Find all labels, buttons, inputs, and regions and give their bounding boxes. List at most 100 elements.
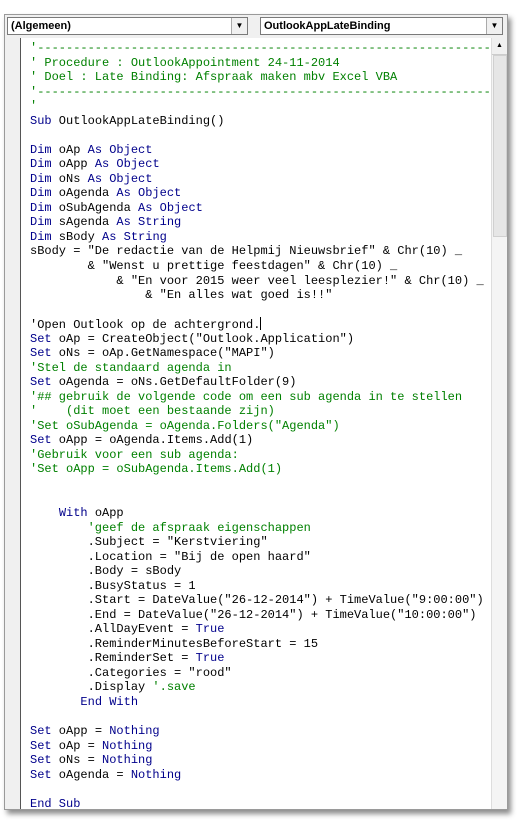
code-comment: ' Procedure : OutlookAppointment 24-11-2…	[30, 55, 340, 70]
scroll-up-arrow-icon[interactable]: ▲	[492, 38, 507, 55]
code-line[interactable]: Set oNs = Nothing	[30, 753, 492, 768]
vertical-scrollbar[interactable]: ▲	[491, 38, 507, 809]
code-line[interactable]: 'Set oSubAgenda = oAgenda.Folders("Agend…	[30, 419, 492, 434]
code-line[interactable]: Set oNs = oAp.GetNamespace("MAPI")	[30, 346, 492, 361]
code-text: sAgenda	[51, 215, 117, 230]
object-combo[interactable]: (Algemeen) ▼	[7, 17, 248, 35]
code-line[interactable]	[30, 782, 492, 797]
code-keyword: Nothing	[109, 723, 160, 738]
code-keyword: With	[58, 506, 88, 520]
code-line[interactable]: .BusyStatus = 1	[30, 579, 492, 594]
code-line[interactable]: .ReminderMinutesBeforeStart = 15	[30, 637, 492, 652]
code-line[interactable]: .Categories = "rood"	[30, 666, 492, 681]
code-line[interactable]: Dim oAgenda As Object	[30, 186, 492, 201]
code-line[interactable]: Sub OutlookAppLateBinding()	[30, 114, 492, 129]
code-text: oApp	[87, 506, 124, 520]
code-text: oNs = oAp.GetNamespace("MAPI")	[51, 346, 275, 361]
code-window-toolbar: (Algemeen) ▼ OutlookAppLateBinding ▼	[5, 15, 507, 37]
code-line[interactable]: Dim oSubAgenda As Object	[30, 201, 492, 216]
code-line[interactable]: 'Stel de standaard agenda in	[30, 361, 492, 376]
code-text: .BusyStatus = 1	[30, 578, 196, 593]
code-comment: 'Set oSubAgenda = oAgenda.Folders("Agend…	[30, 418, 340, 433]
code-text: .ReminderMinutesBeforeStart = 15	[30, 636, 319, 651]
code-line[interactable]: 'Open Outlook op de achtergrond.	[30, 317, 492, 332]
code-keyword: As Object	[138, 200, 203, 215]
chevron-down-icon[interactable]: ▼	[231, 18, 247, 34]
code-line[interactable]: .Location = "Bij de open haard"	[30, 550, 492, 565]
code-line[interactable]: 'geef de afspraak eigenschappen	[30, 521, 492, 536]
procedure-combo[interactable]: OutlookAppLateBinding ▼	[260, 17, 503, 35]
code-line[interactable]: Set oAgenda = Nothing	[30, 768, 492, 783]
code-line[interactable]: .ReminderSet = True	[30, 651, 492, 666]
code-line[interactable]: .AllDayEvent = True	[30, 622, 492, 637]
code-line[interactable]: '---------------------------------------…	[30, 85, 492, 100]
code-line[interactable]: ' (dit moet een bestaande zijn)	[30, 404, 492, 419]
code-line[interactable]	[30, 303, 492, 318]
code-keyword: As Object	[94, 157, 160, 172]
code-line[interactable]: ' Procedure : OutlookAppointment 24-11-2…	[30, 56, 492, 71]
code-line[interactable]: Set oApp = oAgenda.Items.Add(1)	[30, 433, 492, 448]
code-keyword: Nothing	[102, 738, 153, 753]
code-line[interactable]: Dim oAp As Object	[30, 143, 492, 158]
code-text: oAgenda = oNs.GetDefaultFolder(9)	[51, 375, 297, 390]
code-comment: '## gebruik de volgende code om een sub …	[30, 389, 463, 404]
code-line[interactable]	[30, 491, 492, 506]
code-line[interactable]: '## gebruik de volgende code om een sub …	[30, 390, 492, 405]
code-text: & "En alles wat goed is!!"	[30, 288, 333, 303]
code-line[interactable]: '---------------------------------------…	[30, 41, 492, 56]
code-line[interactable]: sBody = "De redactie van de Helpmij Nieu…	[30, 244, 492, 259]
code-line[interactable]: .Start = DateValue("26-12-2014") + TimeV…	[30, 593, 492, 608]
code-text: oApp =	[51, 723, 110, 738]
code-keyword: Dim	[30, 200, 52, 215]
code-line[interactable]	[30, 477, 492, 492]
code-line[interactable]: ' Doel : Late Binding: Afspraak maken mb…	[30, 70, 492, 85]
code-lines[interactable]: '---------------------------------------…	[30, 41, 492, 809]
code-line[interactable]: .Subject = "Kerstviering"	[30, 535, 492, 550]
code-text: OutlookAppLateBinding()	[51, 113, 225, 128]
code-text: .Display	[30, 680, 153, 695]
code-line[interactable]: End Sub	[30, 797, 492, 809]
code-text: .AllDayEvent =	[30, 622, 196, 637]
code-line[interactable]: & "En voor 2015 weer veel leesplezier!" …	[30, 274, 492, 289]
scrollbar-thumb[interactable]	[493, 55, 507, 237]
code-line[interactable]: 'Gebruik voor een sub agenda:	[30, 448, 492, 463]
code-line[interactable]	[30, 709, 492, 724]
code-line[interactable]: .Display '.save	[30, 680, 492, 695]
text-caret	[260, 317, 262, 331]
code-text: 'Open Outlook op de achtergrond.	[30, 318, 261, 333]
code-keyword: As Object	[116, 186, 182, 201]
code-line[interactable]: Set oAp = CreateObject("Outlook.Applicat…	[30, 332, 492, 347]
chevron-down-icon[interactable]: ▼	[486, 18, 502, 34]
vba-code-window: (Algemeen) ▼ OutlookAppLateBinding ▼ '--…	[4, 14, 508, 810]
code-editor[interactable]: '---------------------------------------…	[21, 38, 492, 809]
code-line[interactable]	[30, 128, 492, 143]
code-line[interactable]: .Body = sBody	[30, 564, 492, 579]
code-line[interactable]: With oApp	[30, 506, 492, 521]
code-line[interactable]: Set oAgenda = oNs.GetDefaultFolder(9)	[30, 375, 492, 390]
code-comment: 'Set oApp = oSubAgenda.Items.Add(1)	[30, 462, 283, 477]
code-line[interactable]: Set oApp = Nothing	[30, 724, 492, 739]
code-comment: '---------------------------------------…	[30, 41, 492, 55]
code-comment: '	[30, 99, 38, 114]
code-keyword: End Sub	[30, 796, 81, 809]
code-line[interactable]: & "En alles wat goed is!!"	[30, 288, 492, 303]
code-line[interactable]: 'Set oApp = oSubAgenda.Items.Add(1)	[30, 462, 492, 477]
code-text: sBody	[51, 229, 103, 244]
code-keyword: Set	[30, 433, 52, 448]
code-keyword: Set	[30, 331, 52, 346]
code-line[interactable]: Dim oNs As Object	[30, 172, 492, 187]
code-line[interactable]: Set oAp = Nothing	[30, 739, 492, 754]
code-line[interactable]: '	[30, 99, 492, 114]
code-text: .Start = DateValue("26-12-2014") + TimeV…	[30, 593, 484, 608]
code-text: oNs =	[51, 753, 103, 768]
margin-indicator-bar[interactable]	[5, 38, 21, 809]
code-line[interactable]: Dim sBody As String	[30, 230, 492, 245]
code-line[interactable]: End With	[30, 695, 492, 710]
code-line[interactable]: Dim oApp As Object	[30, 157, 492, 172]
code-line[interactable]: & "Wenst u prettige feestdagen" & Chr(10…	[30, 259, 492, 274]
code-keyword: Nothing	[130, 767, 182, 782]
code-keyword: Sub	[30, 113, 52, 128]
code-line[interactable]: .End = DateValue("26-12-2014") + TimeVal…	[30, 608, 492, 623]
code-line[interactable]: Dim sAgenda As String	[30, 215, 492, 230]
